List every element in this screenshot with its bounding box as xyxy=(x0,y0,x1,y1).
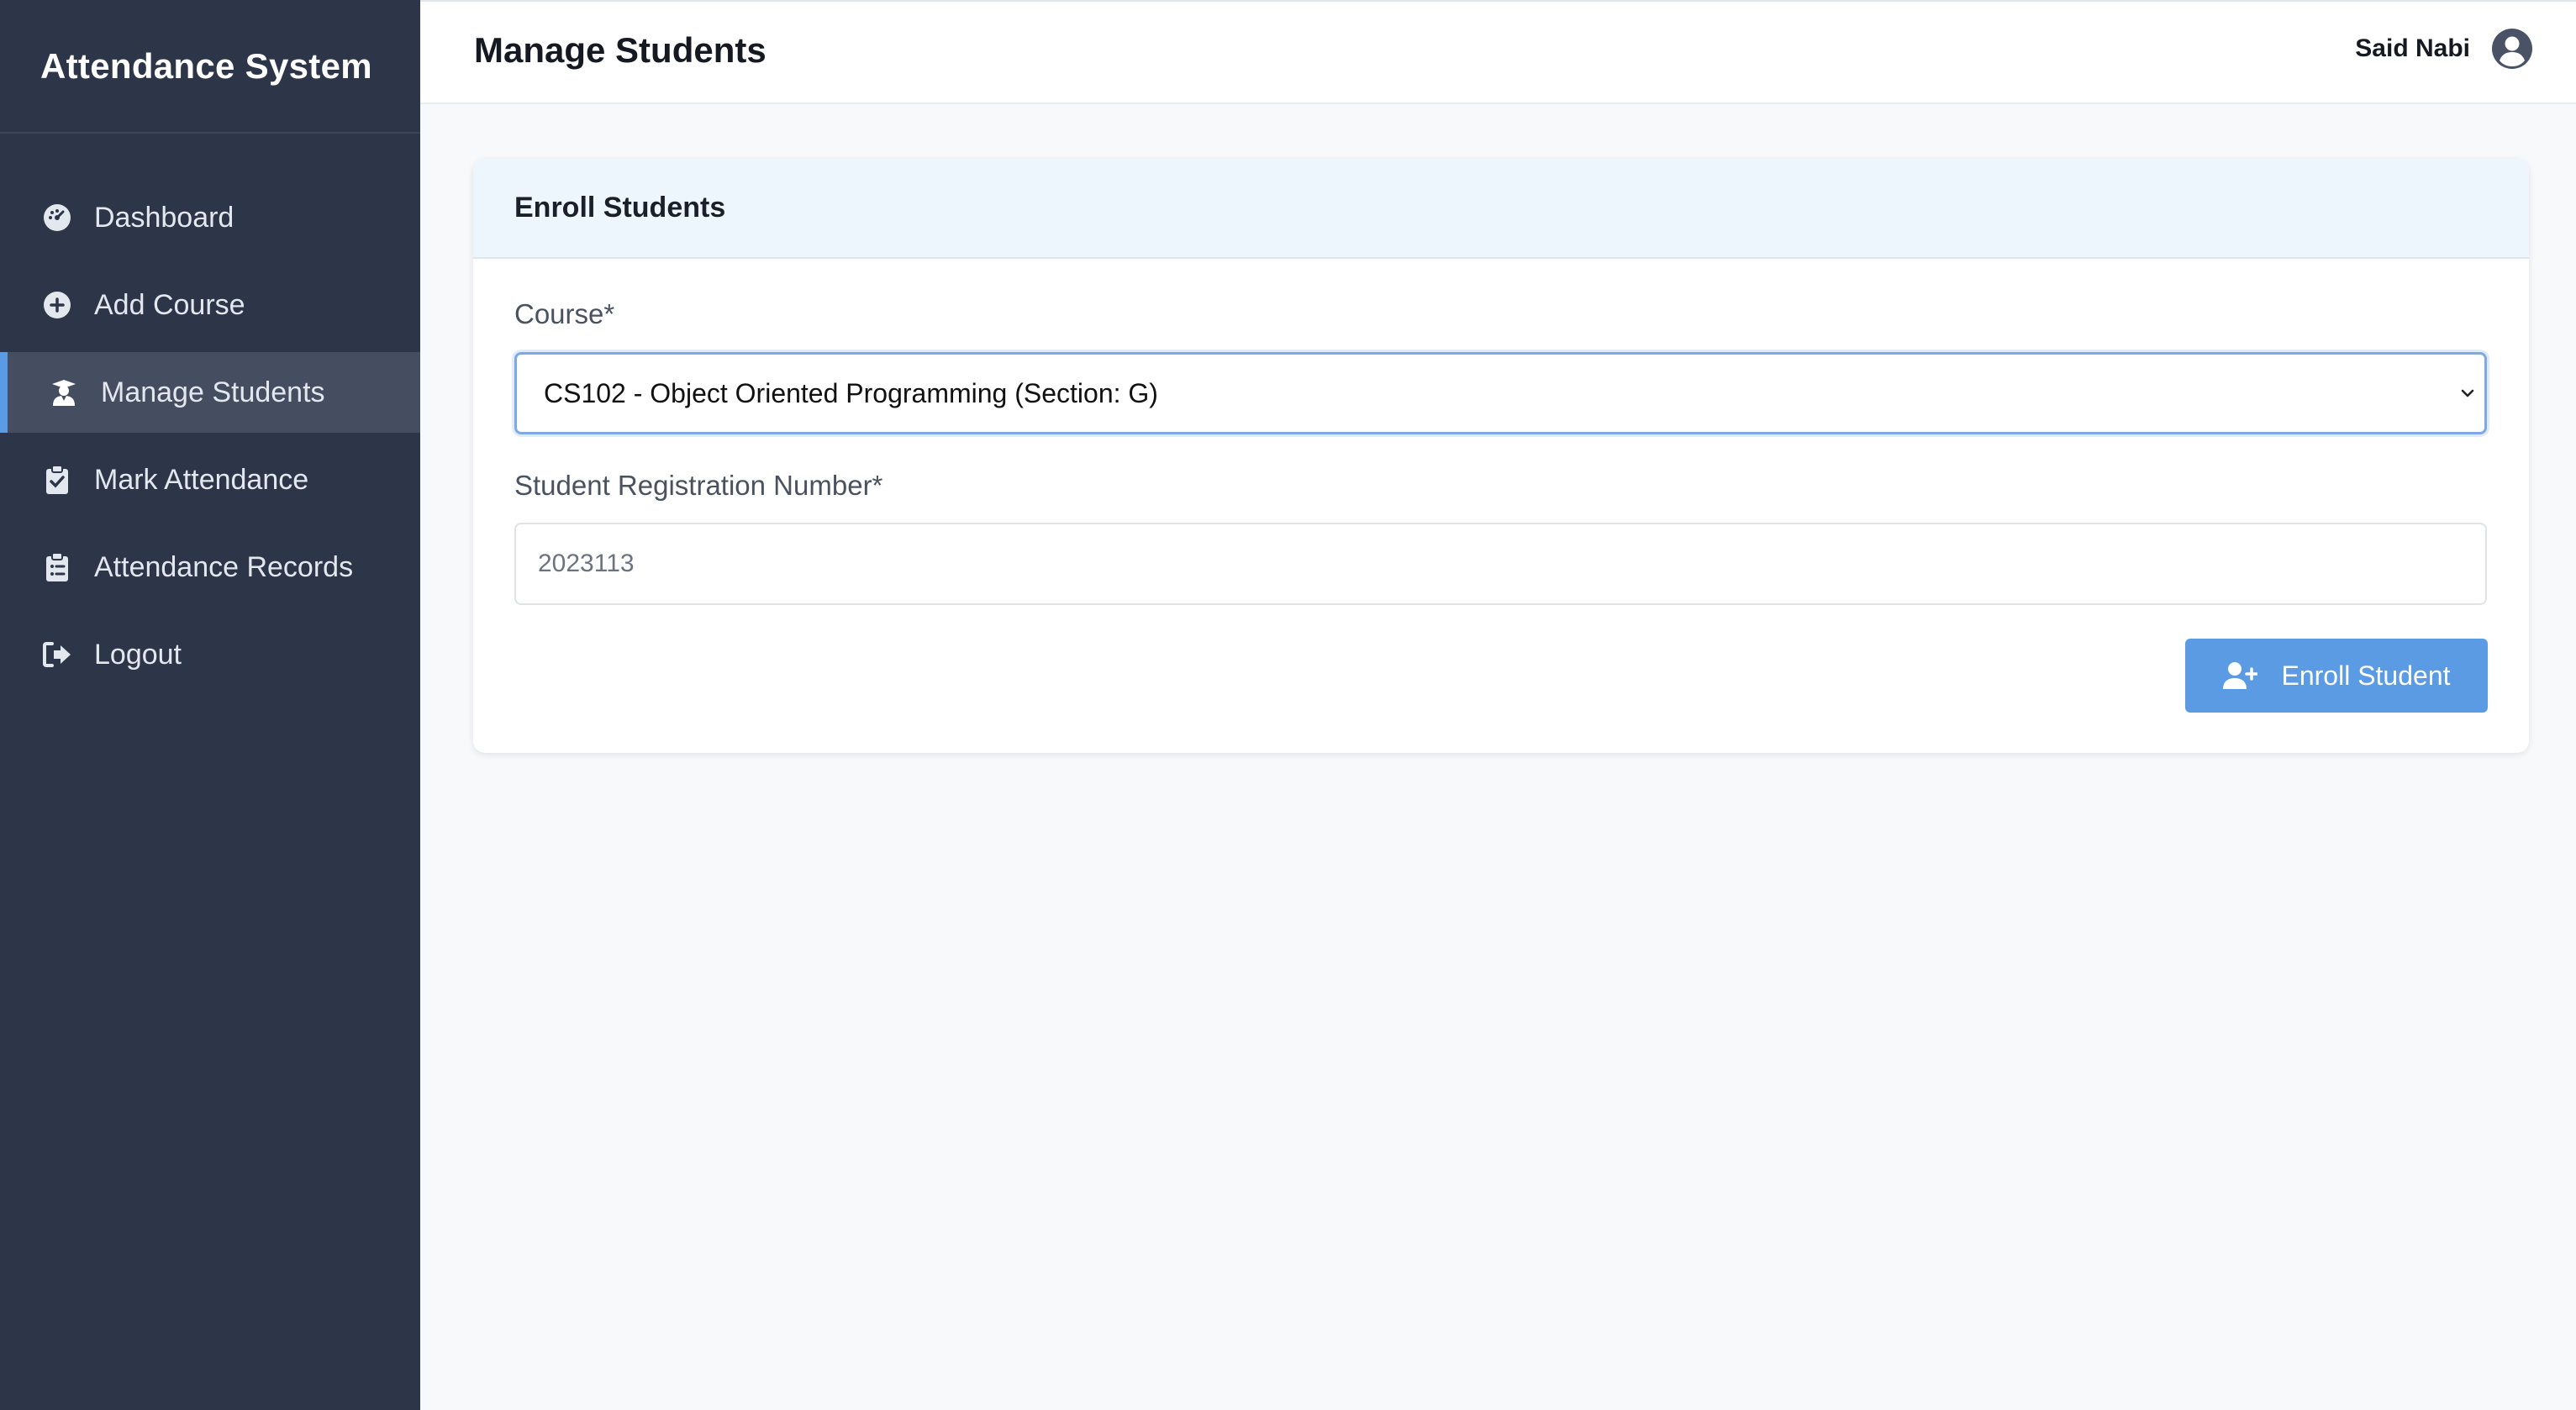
sidebar-item-label: Manage Students xyxy=(101,376,325,408)
user-menu[interactable]: Said Nabi xyxy=(2355,27,2534,71)
course-select[interactable]: CS102 - Object Oriented Programming (Sec… xyxy=(514,352,2487,434)
enroll-student-button[interactable]: Enroll Student xyxy=(2185,639,2488,713)
user-name: Said Nabi xyxy=(2355,34,2470,62)
logout-icon xyxy=(42,639,72,670)
sidebar-item-manage-students[interactable]: Manage Students xyxy=(0,352,420,433)
sidebar-item-label: Mark Attendance xyxy=(94,463,309,496)
enroll-students-card: Enroll Students Course* CS102 - Object O… xyxy=(473,159,2529,753)
sidebar-item-label: Logout xyxy=(94,638,182,671)
sidebar-nav: Dashboard Add Course Manage Students Mar… xyxy=(0,177,420,695)
course-selected-value: CS102 - Object Oriented Programming (Sec… xyxy=(544,377,1158,408)
clipboard-check-icon xyxy=(42,465,72,495)
chevron-down-icon xyxy=(2461,389,2474,397)
registration-number-value: 2023113 xyxy=(538,550,635,577)
course-label: Course* xyxy=(514,298,615,329)
sidebar-item-label: Dashboard xyxy=(94,201,234,234)
card-title: Enroll Students xyxy=(473,159,2529,259)
page-title: Manage Students xyxy=(474,30,766,70)
user-circle-icon xyxy=(2492,29,2532,69)
sidebar-item-dashboard[interactable]: Dashboard xyxy=(0,177,420,258)
clipboard-list-icon xyxy=(42,552,72,582)
sidebar: Attendance System Dashboard Add Course M… xyxy=(0,0,420,1410)
sidebar-item-attendance-records[interactable]: Attendance Records xyxy=(0,527,420,608)
topbar: Manage Students Said Nabi xyxy=(420,0,2576,104)
registration-number-input[interactable]: 2023113 xyxy=(514,523,2487,605)
user-plus-icon xyxy=(2223,662,2258,689)
dashboard-gauge-icon xyxy=(42,203,72,233)
sidebar-item-mark-attendance[interactable]: Mark Attendance xyxy=(0,439,420,520)
sidebar-item-label: Attendance Records xyxy=(94,550,354,583)
sidebar-item-add-course[interactable]: Add Course xyxy=(0,265,420,345)
sidebar-item-label: Add Course xyxy=(94,288,245,321)
app-frame: Attendance System Dashboard Add Course M… xyxy=(0,0,2576,1410)
student-icon xyxy=(49,377,79,408)
sidebar-item-logout[interactable]: Logout xyxy=(0,614,420,695)
registration-number-label: Student Registration Number* xyxy=(514,470,883,501)
enroll-student-label: Enroll Student xyxy=(2281,660,2451,691)
plus-circle-icon xyxy=(42,290,72,320)
app-title: Attendance System xyxy=(0,0,420,134)
